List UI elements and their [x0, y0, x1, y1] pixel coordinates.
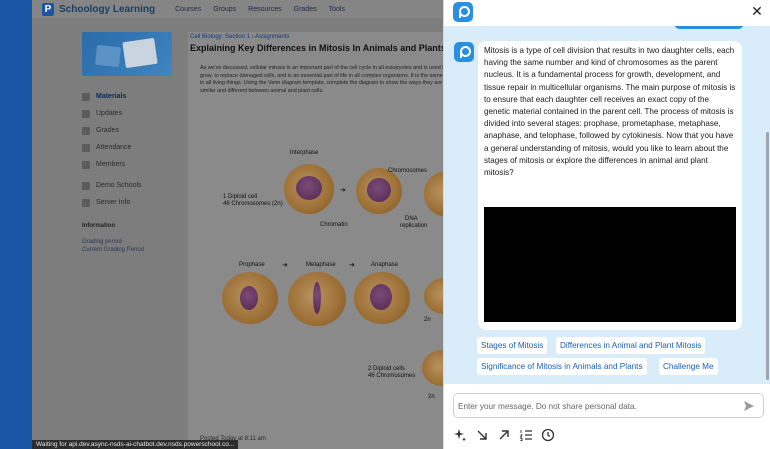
school-icon [82, 181, 90, 190]
grades-icon [82, 126, 90, 135]
server-icon [82, 198, 90, 207]
previous-user-message [674, 26, 744, 29]
nav-courses[interactable]: Courses [175, 6, 201, 13]
sidebar-item-grades[interactable]: Grades [82, 122, 182, 139]
replicating-cell [356, 168, 402, 214]
powerschool-logo-icon [453, 2, 473, 22]
stage-label-prophase: Prophase [239, 262, 265, 268]
sidebar-item-label: Grades [96, 127, 119, 134]
video-player[interactable] [484, 207, 736, 322]
chip-stages-of-mitosis[interactable]: Stages of Mitosis [477, 337, 548, 354]
breadcrumb-course[interactable]: Cell Biology: Section 1 [190, 34, 250, 40]
sidebar-item-label: Updates [96, 110, 123, 117]
sidebar-item-demo-schools[interactable]: Demo Schools [82, 177, 182, 194]
browser-left-strip [0, 0, 32, 449]
chip-significance-of-mitosis[interactable]: Significance of Mitosis in Animals and P… [477, 358, 647, 375]
chromosomes-label: Chromosomes [388, 168, 428, 174]
arrow-up-right-icon[interactable] [497, 428, 511, 442]
top-navigation: P Schoology Learning Courses Groups Reso… [32, 0, 452, 18]
info-heading: Information [82, 223, 115, 229]
close-icon[interactable]: ✕ [750, 4, 764, 18]
diploid-cells-label: 2 Diploid cells [368, 366, 406, 372]
send-icon[interactable] [743, 400, 755, 412]
stage-label-anaphase: Anaphase [371, 262, 399, 268]
arrow-icon: ➜ [282, 262, 288, 269]
sidebar-item-label: Members [96, 161, 126, 168]
course-sidebar: Materials Updates Grades Attendance Memb… [82, 32, 182, 254]
metaphase-cell [288, 272, 346, 326]
schoology-page: P Schoology Learning Courses Groups Reso… [32, 0, 452, 449]
stage-label-interphase: Interphase [290, 150, 319, 156]
breadcrumb: Cell Biology: Section 1 › Assignments [190, 34, 290, 40]
diploid-label: 1 Diploid cell [223, 194, 258, 200]
arrow-down-right-icon[interactable] [475, 428, 489, 442]
nav-tools[interactable]: Tools [329, 6, 345, 13]
dna-label: DNA [405, 216, 418, 222]
page-content: Materials Updates Grades Attendance Memb… [32, 18, 452, 449]
mitosis-diagram: Interphase 1 Diploid cell 46 Chromosomes… [188, 128, 452, 400]
sidebar-item-attendance[interactable]: Attendance [82, 139, 182, 156]
arrow-icon: ➜ [349, 262, 355, 269]
materials-icon [82, 92, 90, 101]
course-menu: Materials Updates Grades Attendance Memb… [82, 88, 182, 211]
assignment-instructions: As we've discussed, cellular mitosis is … [200, 65, 447, 94]
sparkle-icon[interactable] [453, 428, 467, 442]
chatbot-panel: ✕ Mitosis is a type of cell division tha… [443, 0, 770, 449]
info-line: Current Grading Period [82, 247, 145, 253]
info-block: Grading period Current Grading Period [82, 238, 182, 254]
sidebar-item-label: Attendance [96, 144, 132, 151]
nav-groups[interactable]: Groups [213, 6, 236, 13]
page-title: Explaining Key Differences in Mitosis In… [190, 43, 446, 53]
prophase-cell [222, 272, 278, 324]
replication-label: replication [400, 223, 428, 229]
schoology-logo-icon: P [42, 2, 54, 16]
bot-message-text: Mitosis is a type of cell division that … [484, 46, 736, 178]
sidebar-item-materials[interactable]: Materials [82, 88, 182, 105]
clock-icon[interactable] [541, 428, 555, 442]
interphase-cell [284, 164, 334, 214]
stage-label-metaphase: Metaphase [306, 262, 336, 268]
sidebar-item-label: Server Info [96, 199, 131, 206]
chat-toolbar [453, 427, 563, 443]
sidebar-item-server-info[interactable]: Server Info [82, 194, 182, 211]
numbered-list-icon[interactable] [519, 428, 533, 442]
breadcrumb-assignments[interactable]: Assignments [255, 34, 289, 40]
nav-resources[interactable]: Resources [248, 6, 281, 13]
assignment-main: Cell Biology: Section 1 › Assignments Ex… [188, 32, 452, 449]
chromosome-count-label-bottom: 46 Chromosomes [368, 373, 416, 379]
chip-differences-animal-plant[interactable]: Differences in Animal and Plant Mitosis [556, 337, 706, 354]
sidebar-item-label: Demo Schools [96, 182, 142, 189]
chatbot-header: ✕ [444, 0, 770, 26]
chromatin-label: Chromatin [320, 222, 348, 228]
nav-grades[interactable]: Grades [294, 6, 317, 13]
updates-icon [82, 109, 90, 118]
browser-status-bar: Waiting for api.dev.async-nsds-ai-chatbo… [32, 440, 239, 449]
two-n-label: 2n [424, 317, 431, 323]
attendance-icon [82, 143, 90, 152]
sidebar-item-updates[interactable]: Updates [82, 105, 182, 122]
chip-challenge-me[interactable]: Challenge Me [659, 358, 718, 375]
bot-message: Mitosis is a type of cell division that … [478, 41, 742, 330]
anaphase-cell [354, 272, 410, 324]
chat-scrollbar[interactable] [766, 132, 769, 380]
message-input[interactable] [458, 397, 733, 415]
course-image [82, 32, 172, 76]
message-input-container [453, 393, 764, 418]
sidebar-item-label: Materials [96, 93, 127, 100]
arrow-icon: ➜ [340, 187, 346, 194]
bot-avatar-icon [454, 42, 474, 62]
sidebar-item-members[interactable]: Members [82, 156, 182, 173]
info-line: Grading period [82, 239, 122, 245]
two-n-label: 2n [428, 394, 435, 400]
chat-messages[interactable]: Mitosis is a type of cell division that … [444, 26, 770, 384]
app-name: Schoology Learning [59, 3, 156, 15]
members-icon [82, 160, 90, 169]
chromosome-count-label: 46 Chromosomes (2n) [223, 201, 283, 207]
